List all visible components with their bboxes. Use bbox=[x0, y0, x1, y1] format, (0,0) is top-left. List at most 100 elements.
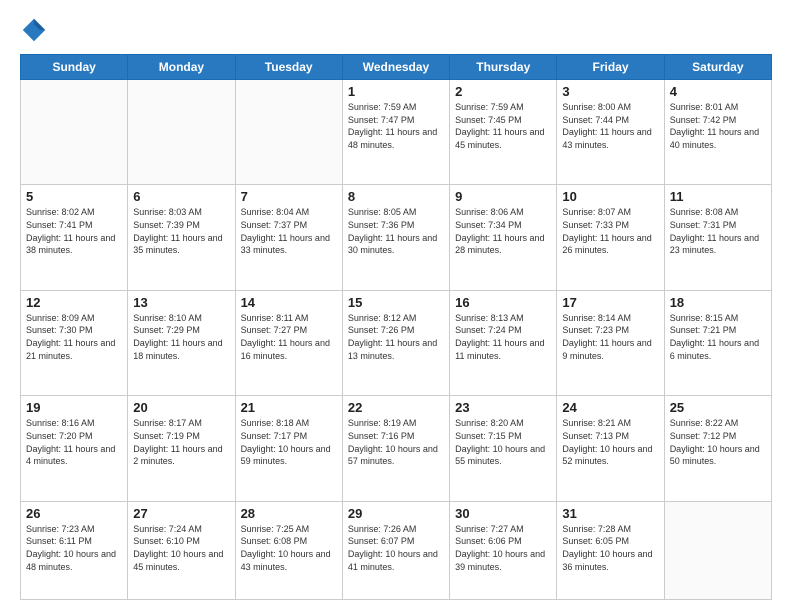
day-number: 19 bbox=[26, 400, 122, 415]
day-number: 14 bbox=[241, 295, 337, 310]
day-cell: 19 Sunrise: 8:16 AM Sunset: 7:20 PM Dayli… bbox=[21, 396, 128, 501]
day-number: 9 bbox=[455, 189, 551, 204]
day-info: Sunrise: 7:23 AM Sunset: 6:11 PM Dayligh… bbox=[26, 523, 122, 573]
weekday-header-row: SundayMondayTuesdayWednesdayThursdayFrid… bbox=[21, 55, 772, 80]
weekday-monday: Monday bbox=[128, 55, 235, 80]
day-cell: 16 Sunrise: 8:13 AM Sunset: 7:24 PM Dayli… bbox=[450, 290, 557, 395]
day-info: Sunrise: 8:06 AM Sunset: 7:34 PM Dayligh… bbox=[455, 206, 551, 256]
day-number: 11 bbox=[670, 189, 766, 204]
day-cell: 23 Sunrise: 8:20 AM Sunset: 7:15 PM Dayli… bbox=[450, 396, 557, 501]
day-info: Sunrise: 7:59 AM Sunset: 7:47 PM Dayligh… bbox=[348, 101, 444, 151]
day-number: 2 bbox=[455, 84, 551, 99]
day-cell: 21 Sunrise: 8:18 AM Sunset: 7:17 PM Dayli… bbox=[235, 396, 342, 501]
day-number: 20 bbox=[133, 400, 229, 415]
day-number: 8 bbox=[348, 189, 444, 204]
logo bbox=[20, 16, 52, 44]
logo-icon bbox=[20, 16, 48, 44]
day-cell: 2 Sunrise: 7:59 AM Sunset: 7:45 PM Daylig… bbox=[450, 80, 557, 185]
day-number: 21 bbox=[241, 400, 337, 415]
day-number: 26 bbox=[26, 506, 122, 521]
day-info: Sunrise: 8:16 AM Sunset: 7:20 PM Dayligh… bbox=[26, 417, 122, 467]
day-cell: 30 Sunrise: 7:27 AM Sunset: 6:06 PM Dayli… bbox=[450, 501, 557, 599]
page: SundayMondayTuesdayWednesdayThursdayFrid… bbox=[0, 0, 792, 612]
day-number: 7 bbox=[241, 189, 337, 204]
day-cell bbox=[21, 80, 128, 185]
day-number: 31 bbox=[562, 506, 658, 521]
day-number: 1 bbox=[348, 84, 444, 99]
day-number: 22 bbox=[348, 400, 444, 415]
day-number: 15 bbox=[348, 295, 444, 310]
day-cell: 4Sunrise: 8:01 AM Sunset: 7:42 PM Daylig… bbox=[664, 80, 771, 185]
day-cell: 7 Sunrise: 8:04 AM Sunset: 7:37 PM Daylig… bbox=[235, 185, 342, 290]
day-number: 25 bbox=[670, 400, 766, 415]
day-number: 10 bbox=[562, 189, 658, 204]
day-cell bbox=[128, 80, 235, 185]
day-info: Sunrise: 8:14 AM Sunset: 7:23 PM Dayligh… bbox=[562, 312, 658, 362]
day-cell: 25 Sunrise: 8:22 AM Sunset: 7:12 PM Dayli… bbox=[664, 396, 771, 501]
day-cell: 27 Sunrise: 7:24 AM Sunset: 6:10 PM Dayli… bbox=[128, 501, 235, 599]
day-cell: 17 Sunrise: 8:14 AM Sunset: 7:23 PM Dayli… bbox=[557, 290, 664, 395]
day-number: 28 bbox=[241, 506, 337, 521]
day-info: Sunrise: 7:25 AM Sunset: 6:08 PM Dayligh… bbox=[241, 523, 337, 573]
day-info: Sunrise: 8:07 AM Sunset: 7:33 PM Dayligh… bbox=[562, 206, 658, 256]
day-cell: 18Sunrise: 8:15 AM Sunset: 7:21 PM Dayli… bbox=[664, 290, 771, 395]
day-number: 6 bbox=[133, 189, 229, 204]
day-info: Sunrise: 7:26 AM Sunset: 6:07 PM Dayligh… bbox=[348, 523, 444, 573]
weekday-friday: Friday bbox=[557, 55, 664, 80]
day-info: Sunrise: 8:09 AM Sunset: 7:30 PM Dayligh… bbox=[26, 312, 122, 362]
day-number: 12 bbox=[26, 295, 122, 310]
day-info: Sunrise: 8:20 AM Sunset: 7:15 PM Dayligh… bbox=[455, 417, 551, 467]
day-info: Sunrise: 8:03 AM Sunset: 7:39 PM Dayligh… bbox=[133, 206, 229, 256]
day-info: Sunrise: 8:15 AM Sunset: 7:21 PM Dayligh… bbox=[670, 312, 766, 362]
day-cell: 22 Sunrise: 8:19 AM Sunset: 7:16 PM Dayli… bbox=[342, 396, 449, 501]
week-row-2: 12 Sunrise: 8:09 AM Sunset: 7:30 PM Dayli… bbox=[21, 290, 772, 395]
weekday-thursday: Thursday bbox=[450, 55, 557, 80]
day-info: Sunrise: 8:02 AM Sunset: 7:41 PM Dayligh… bbox=[26, 206, 122, 256]
day-info: Sunrise: 7:27 AM Sunset: 6:06 PM Dayligh… bbox=[455, 523, 551, 573]
weekday-tuesday: Tuesday bbox=[235, 55, 342, 80]
day-number: 16 bbox=[455, 295, 551, 310]
day-info: Sunrise: 8:21 AM Sunset: 7:13 PM Dayligh… bbox=[562, 417, 658, 467]
day-cell: 6 Sunrise: 8:03 AM Sunset: 7:39 PM Daylig… bbox=[128, 185, 235, 290]
day-cell: 8 Sunrise: 8:05 AM Sunset: 7:36 PM Daylig… bbox=[342, 185, 449, 290]
weekday-sunday: Sunday bbox=[21, 55, 128, 80]
week-row-0: 1 Sunrise: 7:59 AM Sunset: 7:47 PM Daylig… bbox=[21, 80, 772, 185]
day-info: Sunrise: 8:18 AM Sunset: 7:17 PM Dayligh… bbox=[241, 417, 337, 467]
day-info: Sunrise: 8:04 AM Sunset: 7:37 PM Dayligh… bbox=[241, 206, 337, 256]
week-row-3: 19 Sunrise: 8:16 AM Sunset: 7:20 PM Dayli… bbox=[21, 396, 772, 501]
day-cell: 13Sunrise: 8:10 AM Sunset: 7:29 PM Dayli… bbox=[128, 290, 235, 395]
header bbox=[20, 16, 772, 44]
day-cell: 31Sunrise: 7:28 AM Sunset: 6:05 PM Dayli… bbox=[557, 501, 664, 599]
day-info: Sunrise: 8:19 AM Sunset: 7:16 PM Dayligh… bbox=[348, 417, 444, 467]
day-info: Sunrise: 7:59 AM Sunset: 7:45 PM Dayligh… bbox=[455, 101, 551, 151]
day-info: Sunrise: 8:22 AM Sunset: 7:12 PM Dayligh… bbox=[670, 417, 766, 467]
day-number: 4 bbox=[670, 84, 766, 99]
weekday-wednesday: Wednesday bbox=[342, 55, 449, 80]
day-info: Sunrise: 8:00 AM Sunset: 7:44 PM Dayligh… bbox=[562, 101, 658, 151]
day-number: 17 bbox=[562, 295, 658, 310]
day-cell bbox=[664, 501, 771, 599]
day-cell: 11Sunrise: 8:08 AM Sunset: 7:31 PM Dayli… bbox=[664, 185, 771, 290]
day-info: Sunrise: 8:12 AM Sunset: 7:26 PM Dayligh… bbox=[348, 312, 444, 362]
day-info: Sunrise: 8:17 AM Sunset: 7:19 PM Dayligh… bbox=[133, 417, 229, 467]
day-cell: 29 Sunrise: 7:26 AM Sunset: 6:07 PM Dayli… bbox=[342, 501, 449, 599]
day-number: 27 bbox=[133, 506, 229, 521]
day-info: Sunrise: 8:05 AM Sunset: 7:36 PM Dayligh… bbox=[348, 206, 444, 256]
day-cell: 28 Sunrise: 7:25 AM Sunset: 6:08 PM Dayli… bbox=[235, 501, 342, 599]
day-number: 3 bbox=[562, 84, 658, 99]
week-row-1: 5 Sunrise: 8:02 AM Sunset: 7:41 PM Daylig… bbox=[21, 185, 772, 290]
day-info: Sunrise: 8:11 AM Sunset: 7:27 PM Dayligh… bbox=[241, 312, 337, 362]
day-number: 23 bbox=[455, 400, 551, 415]
day-info: Sunrise: 7:24 AM Sunset: 6:10 PM Dayligh… bbox=[133, 523, 229, 573]
day-number: 30 bbox=[455, 506, 551, 521]
week-row-4: 26 Sunrise: 7:23 AM Sunset: 6:11 PM Dayli… bbox=[21, 501, 772, 599]
day-number: 5 bbox=[26, 189, 122, 204]
day-number: 29 bbox=[348, 506, 444, 521]
day-cell: 10 Sunrise: 8:07 AM Sunset: 7:33 PM Dayli… bbox=[557, 185, 664, 290]
weekday-saturday: Saturday bbox=[664, 55, 771, 80]
day-cell: 15 Sunrise: 8:12 AM Sunset: 7:26 PM Dayli… bbox=[342, 290, 449, 395]
day-number: 13 bbox=[133, 295, 229, 310]
day-cell bbox=[235, 80, 342, 185]
day-info: Sunrise: 8:13 AM Sunset: 7:24 PM Dayligh… bbox=[455, 312, 551, 362]
day-cell: 3 Sunrise: 8:00 AM Sunset: 7:44 PM Daylig… bbox=[557, 80, 664, 185]
